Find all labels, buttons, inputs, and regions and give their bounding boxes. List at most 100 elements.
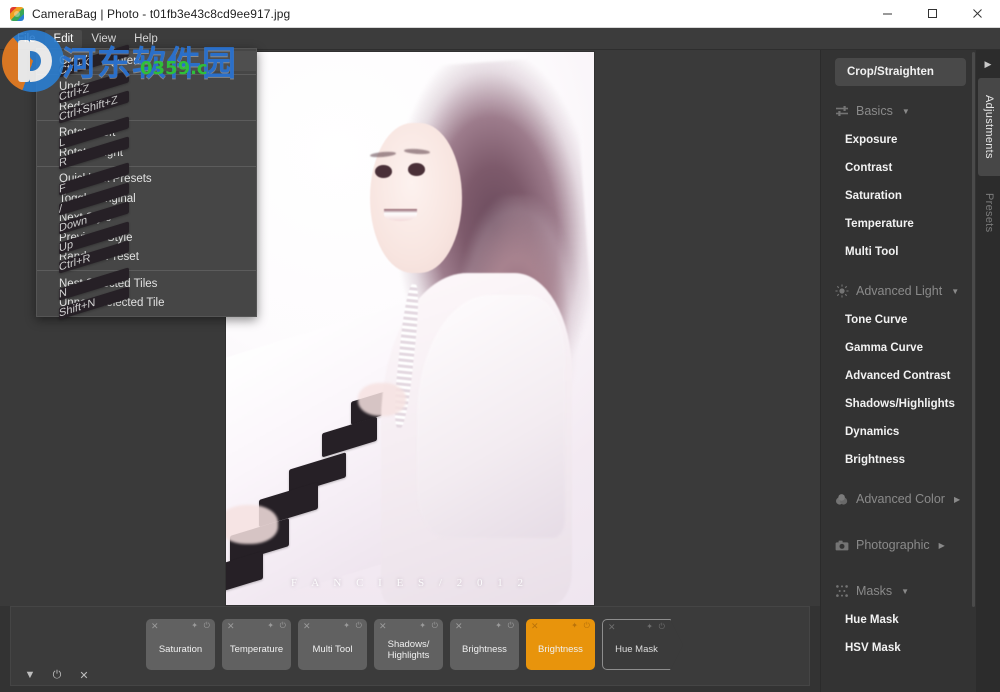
- menu-item-undo[interactable]: Undo Ctrl+Z: [37, 70, 256, 104]
- tab-adjustments[interactable]: Adjustments: [978, 78, 1000, 176]
- adjustment-tone-curve[interactable]: Tone Curve: [821, 306, 976, 334]
- section-title: Masks: [856, 584, 893, 598]
- tile-label: Multi Tool: [312, 644, 353, 655]
- adjustment-hsv-mask[interactable]: HSV Mask: [821, 634, 976, 662]
- power-icon[interactable]: ⏻: [584, 622, 590, 630]
- pin-icon[interactable]: ✦: [571, 622, 578, 630]
- tile-brightness[interactable]: ✕ ✦ ⏻ Brightness: [450, 619, 519, 670]
- color-drops-icon: [835, 492, 849, 506]
- adjustment-gamma-curve[interactable]: Gamma Curve: [821, 334, 976, 362]
- section-title: Advanced Light: [856, 284, 943, 298]
- tile-brightness-selected[interactable]: ✕ ✦ ⏻ Brightness: [526, 619, 595, 670]
- menu-item-rotate-left[interactable]: Rotate Left L: [37, 116, 256, 150]
- pin-icon[interactable]: ✦: [419, 622, 426, 630]
- tile-label: Brightness: [538, 644, 583, 655]
- subject-eye: [408, 163, 425, 176]
- strip-controls: ▼ ⏻ ✕: [23, 663, 91, 687]
- vertical-tab-bar: ▶ Adjustments Presets: [976, 50, 1000, 692]
- chevron-down-icon[interactable]: ▼: [901, 587, 909, 596]
- adjustment-hue-mask[interactable]: Hue Mask: [821, 606, 976, 634]
- subject-face: [369, 123, 462, 273]
- adjustment-dynamics[interactable]: Dynamics: [821, 418, 976, 446]
- adjustment-saturation[interactable]: Saturation: [821, 182, 976, 210]
- menu-bar: File Edit View Help: [0, 28, 1000, 50]
- subject-hand: [358, 383, 407, 417]
- tile-temperature[interactable]: ✕ ✦ ⏻ Temperature: [222, 619, 291, 670]
- tile-list: ✕ ✦ ⏻ Saturation ✕ ✦ ⏻ Temperature ✕ ✦ ⏻…: [146, 619, 684, 671]
- menu-view[interactable]: View: [82, 30, 125, 48]
- minimize-button[interactable]: [865, 0, 910, 28]
- power-icon[interactable]: ⏻: [659, 623, 665, 631]
- close-icon[interactable]: ✕: [303, 622, 311, 631]
- power-toggle-button[interactable]: ⏻: [50, 668, 64, 682]
- close-icon[interactable]: ✕: [608, 623, 616, 632]
- power-icon[interactable]: ⏻: [356, 622, 362, 630]
- adjustment-contrast[interactable]: Contrast: [821, 154, 976, 182]
- subject-shoulder: [417, 294, 565, 539]
- sliders-icon: [835, 104, 849, 118]
- pin-icon[interactable]: ✦: [646, 623, 653, 631]
- chevron-down-icon[interactable]: ▼: [902, 107, 910, 116]
- power-icon[interactable]: ⏻: [508, 622, 514, 630]
- panel-scrollbar[interactable]: [972, 52, 975, 607]
- tab-label: Adjustments: [983, 95, 995, 159]
- pin-icon[interactable]: ✦: [267, 622, 274, 630]
- title-bar: CameraBag | Photo - t01fb3e43c8cd9ee917.…: [0, 0, 1000, 28]
- menu-item-nest-selected-tiles[interactable]: Nest Selected Tiles N: [37, 267, 256, 301]
- tile-saturation[interactable]: ✕ ✦ ⏻ Saturation: [146, 619, 215, 670]
- clear-tiles-button[interactable]: ✕: [77, 668, 91, 682]
- close-button[interactable]: [955, 0, 1000, 28]
- section-title: Photographic: [856, 538, 930, 552]
- tile-hue-mask[interactable]: ✕ ✦ ⏻ Hue Mask: [602, 619, 684, 671]
- section-header-advanced-color[interactable]: Advanced Color ▶: [821, 484, 976, 514]
- menu-file[interactable]: File: [8, 30, 45, 48]
- tile-label: Brightness: [462, 644, 507, 655]
- photo-preview[interactable]: F A N C I E S / 2 0 1 2: [226, 51, 594, 605]
- maximize-button[interactable]: [910, 0, 955, 28]
- menu-edit[interactable]: Edit: [44, 29, 83, 48]
- adjustment-exposure[interactable]: Exposure: [821, 126, 976, 154]
- section-header-photographic[interactable]: Photographic ▶: [821, 530, 976, 560]
- right-panel: Crop/Straighten Basics ▼ Exposure Contra…: [820, 50, 1000, 692]
- pin-icon[interactable]: ✦: [343, 622, 350, 630]
- pin-icon[interactable]: ✦: [191, 622, 198, 630]
- power-icon[interactable]: ⏻: [204, 622, 210, 630]
- chevron-down-icon[interactable]: ▼: [951, 287, 959, 296]
- close-icon[interactable]: ✕: [455, 622, 463, 631]
- close-icon[interactable]: ✕: [379, 622, 387, 631]
- collapse-strip-button[interactable]: ▼: [23, 668, 37, 682]
- section-header-advanced-light[interactable]: Advanced Light ▼: [821, 276, 976, 306]
- menu-help[interactable]: Help: [125, 30, 167, 48]
- menu-item-crop-straighten[interactable]: Crop/Straighten Ctrl+K: [37, 44, 256, 78]
- edit-menu-dropdown: Crop/Straighten Ctrl+K Undo Ctrl+Z Redo …: [36, 44, 257, 320]
- app-icon: [10, 6, 24, 21]
- tab-presets[interactable]: Presets: [978, 180, 1000, 246]
- expand-panel-button[interactable]: ▶: [976, 50, 1000, 78]
- subject-eye: [375, 164, 392, 178]
- power-icon[interactable]: ⏻: [280, 622, 286, 630]
- adjustment-temperature[interactable]: Temperature: [821, 210, 976, 238]
- adjustment-advanced-contrast[interactable]: Advanced Contrast: [821, 362, 976, 390]
- close-icon[interactable]: ✕: [531, 622, 539, 631]
- section-header-basics[interactable]: Basics ▼: [821, 96, 976, 126]
- subject-hand: [226, 504, 278, 544]
- window-controls: [865, 0, 1000, 28]
- tile-multi-tool[interactable]: ✕ ✦ ⏻ Multi Tool: [298, 619, 367, 670]
- mask-dots-icon: [835, 584, 849, 598]
- camera-icon: [835, 538, 849, 552]
- chevron-right-icon[interactable]: ▶: [939, 541, 945, 550]
- tab-label: Presets: [983, 193, 995, 233]
- menu-item-quicklook-presets[interactable]: Quicklook Presets F: [37, 162, 256, 196]
- chevron-right-icon[interactable]: ▶: [954, 495, 960, 504]
- adjustment-brightness[interactable]: Brightness: [821, 446, 976, 474]
- power-icon[interactable]: ⏻: [432, 622, 438, 630]
- pin-icon[interactable]: ✦: [495, 622, 502, 630]
- close-icon[interactable]: ✕: [227, 622, 235, 631]
- adjustment-multi-tool[interactable]: Multi Tool: [821, 238, 976, 266]
- crop-straighten-button[interactable]: Crop/Straighten: [835, 58, 966, 86]
- tile-shadows-highlights[interactable]: ✕ ✦ ⏻ Shadows/ Highlights: [374, 619, 443, 670]
- adjustment-shadows-highlights[interactable]: Shadows/Highlights: [821, 390, 976, 418]
- section-header-masks[interactable]: Masks ▼: [821, 576, 976, 606]
- tile-strip: ✕ ✦ ⏻ Saturation ✕ ✦ ⏻ Temperature ✕ ✦ ⏻…: [10, 606, 810, 686]
- close-icon[interactable]: ✕: [151, 622, 159, 631]
